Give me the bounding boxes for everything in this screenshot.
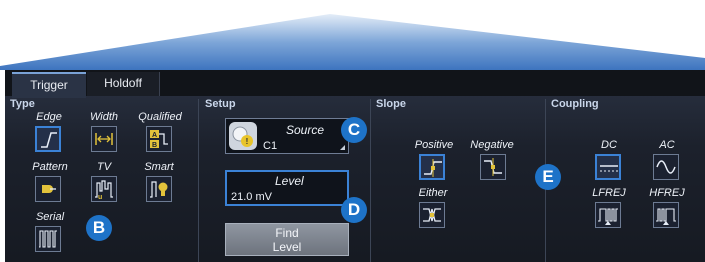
find-level-button[interactable]: Find Level — [225, 223, 349, 256]
divider — [370, 99, 371, 262]
find-level-label-line1: Find — [275, 226, 299, 240]
source-label: Source — [286, 123, 325, 137]
find-level-label-line2: Level — [272, 240, 302, 254]
callout-c-badge: C — [341, 117, 367, 143]
ac-button[interactable] — [653, 154, 679, 180]
smart-button[interactable] — [146, 176, 172, 202]
pattern-icon — [42, 185, 56, 193]
negative-slope-label: Negative — [470, 139, 514, 151]
either-slope-icon — [423, 208, 441, 222]
type-section-title: Type — [10, 98, 35, 110]
edge-button[interactable] — [35, 126, 61, 152]
width-button[interactable] — [91, 126, 117, 152]
positive-slope-icon — [424, 159, 442, 177]
edge-label: Edge — [36, 111, 62, 123]
dc-label: DC — [601, 139, 617, 151]
svg-text:A: A — [152, 132, 157, 139]
qualified-button[interactable]: AB — [146, 126, 172, 152]
tab-trigger[interactable]: Trigger — [12, 72, 86, 98]
source-dropdown-icon — [340, 145, 345, 150]
width-label: Width — [89, 111, 119, 123]
coupling-section-title: Coupling — [551, 98, 599, 110]
tv-button[interactable]: u — [91, 176, 117, 202]
hfrej-icon — [656, 208, 676, 225]
setup-section-title: Setup — [205, 98, 236, 110]
serial-button[interactable] — [35, 226, 61, 252]
slope-section-title: Slope — [376, 98, 406, 110]
width-icon — [95, 133, 113, 145]
tv-icon: u — [95, 180, 113, 201]
trigger-dialog: Trigger Holdoff Type Setup Slope Couplin… — [5, 70, 705, 262]
smart-label: Smart — [144, 161, 174, 173]
negative-slope-button[interactable] — [480, 154, 506, 180]
qualified-label: Qualified — [138, 111, 182, 123]
pattern-label: Pattern — [32, 161, 68, 173]
qualified-icon: AB — [150, 130, 168, 149]
hfrej-label: HFREJ — [649, 187, 685, 199]
smart-icon — [150, 181, 168, 198]
serial-icon — [39, 230, 57, 248]
ac-label: AC — [659, 139, 675, 151]
ac-icon — [656, 160, 676, 174]
either-slope-button[interactable] — [419, 202, 445, 228]
dc-button[interactable] — [595, 154, 621, 180]
tab-holdoff[interactable]: Holdoff — [87, 72, 160, 96]
header-banner — [0, 14, 705, 70]
svg-text:u: u — [98, 194, 102, 201]
level-label: Level — [275, 174, 304, 188]
dc-icon — [600, 165, 618, 172]
callout-d-badge: D — [341, 197, 367, 223]
serial-label: Serial — [35, 211, 65, 223]
source-channel-icon: ! — [229, 122, 257, 150]
edge-icon — [41, 132, 57, 148]
lfrej-label: LFREJ — [592, 187, 626, 199]
positive-slope-label: Positive — [414, 139, 454, 151]
lfrej-button[interactable] — [595, 202, 621, 228]
svg-text:!: ! — [246, 137, 249, 146]
hfrej-button[interactable] — [653, 202, 679, 228]
level-value: 21.0 mV — [231, 191, 272, 203]
tv-label: TV — [96, 161, 112, 173]
either-slope-label: Either — [418, 187, 448, 199]
divider — [198, 99, 199, 262]
negative-slope-icon — [484, 158, 502, 176]
source-value: C1 — [263, 140, 278, 152]
tab-bar: Trigger Holdoff — [5, 70, 705, 98]
svg-text:B: B — [152, 142, 157, 149]
lfrej-icon — [598, 208, 618, 225]
positive-slope-button[interactable] — [419, 154, 445, 180]
callout-e-badge: E — [535, 164, 561, 190]
pattern-button[interactable] — [35, 176, 61, 202]
callout-b-badge: B — [86, 215, 112, 241]
